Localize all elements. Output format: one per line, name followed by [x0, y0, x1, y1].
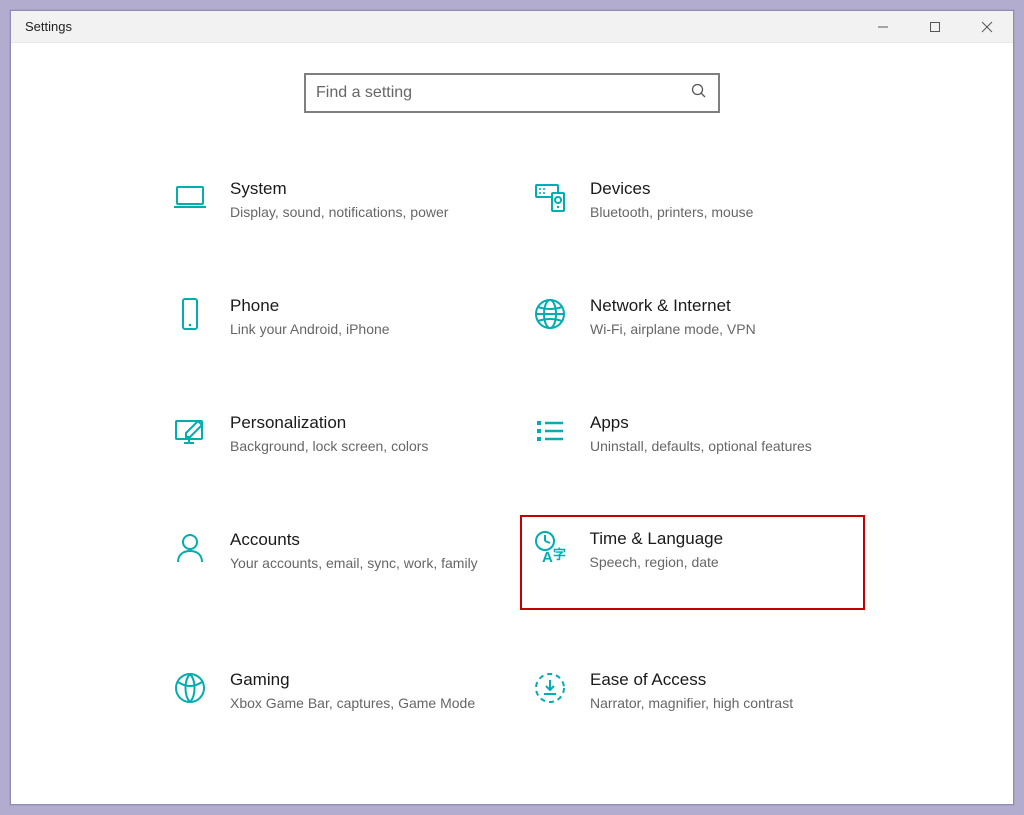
tile-subtitle: Link your Android, iPhone	[230, 320, 492, 339]
close-icon	[981, 21, 993, 33]
tile-time-language[interactable]: A 字 Time & Language Speech, region, date	[520, 515, 865, 610]
personalization-icon	[172, 413, 208, 449]
tile-subtitle: Speech, region, date	[590, 553, 853, 572]
globe-icon	[532, 296, 568, 332]
tile-accounts[interactable]: Accounts Your accounts, email, sync, wor…	[162, 518, 502, 608]
titlebar: Settings	[11, 11, 1013, 43]
tile-gaming[interactable]: Gaming Xbox Game Bar, captures, Game Mod…	[162, 658, 502, 725]
search-input[interactable]	[316, 84, 690, 102]
maximize-button[interactable]	[909, 11, 961, 43]
minimize-icon	[877, 21, 889, 33]
tile-subtitle: Display, sound, notifications, power	[230, 203, 492, 222]
search-box[interactable]	[304, 73, 720, 113]
search-icon	[690, 82, 708, 105]
tile-title: Phone	[230, 296, 492, 316]
system-icon	[172, 179, 208, 215]
tile-title: Devices	[590, 179, 852, 199]
close-button[interactable]	[961, 11, 1013, 43]
content-area: System Display, sound, notifications, po…	[11, 43, 1013, 804]
tile-personalization[interactable]: Personalization Background, lock screen,…	[162, 401, 502, 468]
time-language-icon: A 字	[532, 529, 568, 565]
tile-title: Time & Language	[590, 529, 853, 549]
tile-ease-of-access[interactable]: Ease of Access Narrator, magnifier, high…	[522, 658, 862, 725]
tile-title: Accounts	[230, 530, 492, 550]
tile-title: Ease of Access	[590, 670, 852, 690]
devices-icon	[532, 179, 568, 215]
gaming-icon	[172, 670, 208, 706]
settings-grid: System Display, sound, notifications, po…	[162, 167, 862, 724]
window-controls	[857, 11, 1013, 43]
tile-title: Apps	[590, 413, 852, 433]
svg-text:字: 字	[553, 547, 566, 562]
tile-devices[interactable]: Devices Bluetooth, printers, mouse	[522, 167, 862, 234]
tile-phone[interactable]: Phone Link your Android, iPhone	[162, 284, 502, 351]
settings-window: Settings	[10, 10, 1014, 805]
tile-subtitle: Narrator, magnifier, high contrast	[590, 694, 852, 713]
tile-subtitle: Wi-Fi, airplane mode, VPN	[590, 320, 852, 339]
maximize-icon	[929, 21, 941, 33]
tile-subtitle: Background, lock screen, colors	[230, 437, 492, 456]
tile-title: Network & Internet	[590, 296, 852, 316]
tile-title: System	[230, 179, 492, 199]
tile-network[interactable]: Network & Internet Wi-Fi, airplane mode,…	[522, 284, 862, 351]
tile-subtitle: Your accounts, email, sync, work, family	[230, 554, 492, 573]
search-area	[304, 73, 720, 113]
tile-title: Personalization	[230, 413, 492, 433]
tile-apps[interactable]: Apps Uninstall, defaults, optional featu…	[522, 401, 862, 468]
accounts-icon	[172, 530, 208, 566]
tile-subtitle: Uninstall, defaults, optional features	[590, 437, 852, 456]
svg-text:A: A	[542, 549, 553, 565]
minimize-button[interactable]	[857, 11, 909, 43]
window-title: Settings	[25, 19, 72, 34]
tile-system[interactable]: System Display, sound, notifications, po…	[162, 167, 502, 234]
tile-subtitle: Bluetooth, printers, mouse	[590, 203, 852, 222]
ease-of-access-icon	[532, 670, 568, 706]
tile-title: Gaming	[230, 670, 492, 690]
apps-icon	[532, 413, 568, 449]
phone-icon	[172, 296, 208, 332]
tile-subtitle: Xbox Game Bar, captures, Game Mode	[230, 694, 492, 713]
